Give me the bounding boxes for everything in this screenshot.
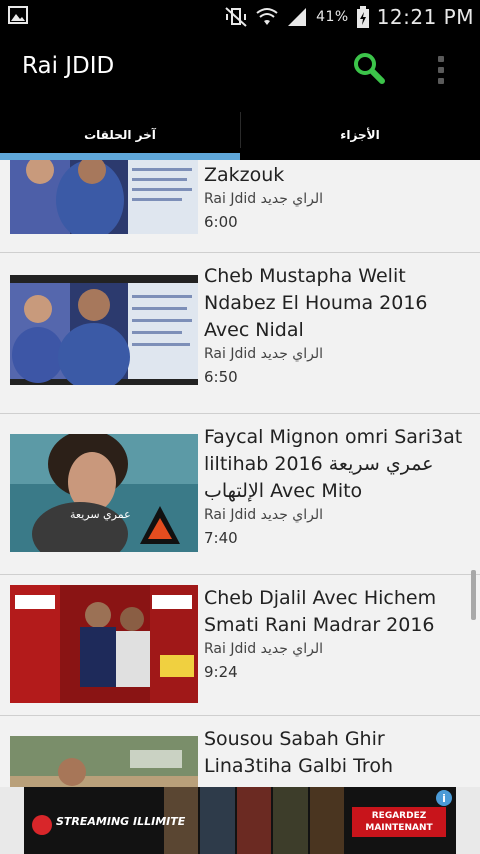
battery-charging-icon bbox=[356, 6, 369, 28]
overflow-dot-icon bbox=[438, 78, 444, 85]
tab-latest-episodes[interactable]: آخر الحلقات bbox=[0, 110, 240, 160]
overflow-dot-icon bbox=[438, 66, 444, 73]
video-thumbnail[interactable] bbox=[10, 736, 198, 787]
ad-info-icon[interactable]: i bbox=[436, 790, 452, 806]
gallery-notification-icon bbox=[8, 6, 28, 24]
video-thumbnail[interactable] bbox=[10, 275, 198, 385]
video-duration: 9:24 bbox=[204, 663, 238, 681]
ad-banner[interactable]: STREAMING ILLIMITE REGARDEZ MAINTENANT i bbox=[24, 787, 456, 854]
vibrate-mute-icon bbox=[224, 6, 248, 28]
search-icon bbox=[354, 53, 385, 84]
video-duration: 6:50 bbox=[204, 368, 238, 386]
video-title[interactable]: Faycal Mignon omri Sari3at liltihab 2016… bbox=[204, 424, 472, 505]
list-scrollbar[interactable] bbox=[471, 570, 476, 620]
status-bar: 41% 12:21 PM bbox=[0, 0, 480, 33]
overflow-dot-icon bbox=[438, 55, 444, 62]
tab-label: الأجزاء bbox=[340, 128, 380, 142]
ad-brand: STREAMING ILLIMITE bbox=[56, 815, 186, 828]
video-thumbnail[interactable]: عمري سريعة bbox=[10, 434, 198, 552]
tab-label: آخر الحلقات bbox=[84, 128, 156, 142]
wifi-icon bbox=[256, 7, 278, 27]
search-button[interactable] bbox=[352, 51, 386, 85]
video-duration: 6:00 bbox=[204, 213, 238, 231]
signal-icon bbox=[286, 7, 308, 27]
overflow-menu-button[interactable] bbox=[434, 53, 448, 87]
video-thumbnail[interactable] bbox=[10, 160, 198, 234]
video-channel: Rai Jdid الراي جديد bbox=[204, 346, 324, 362]
action-bar: Rai JDID bbox=[0, 33, 480, 110]
streaming-logo-icon bbox=[32, 815, 52, 835]
video-list-item[interactable]: عمري سريعة Faycal Mignon omri Sari3at li… bbox=[0, 414, 480, 575]
video-list-item[interactable]: Cheb Djalil Avec Hichem Smati Rani Madra… bbox=[0, 575, 480, 716]
tab-divider bbox=[240, 112, 241, 148]
app-title: Rai JDID bbox=[22, 53, 115, 79]
video-title[interactable]: Cheb Djalil Avec Hichem Smati Rani Madra… bbox=[204, 585, 472, 639]
video-list[interactable]: Zakzouk Rai Jdid الراي جديد 6:00 Cheb Mu… bbox=[0, 160, 480, 787]
video-channel: Rai Jdid الراي جديد bbox=[204, 191, 324, 207]
video-thumbnail[interactable] bbox=[10, 585, 198, 703]
svg-text:عمري سريعة: عمري سريعة bbox=[70, 508, 131, 521]
ad-poster-strip bbox=[164, 787, 345, 854]
video-list-item[interactable]: Sousou Sabah Ghir Lina3tiha Galbi Troh bbox=[0, 716, 480, 787]
video-list-item[interactable]: Cheb Mustapha Welit Ndabez El Houma 2016… bbox=[0, 253, 480, 414]
video-title[interactable]: Sousou Sabah Ghir Lina3tiha Galbi Troh bbox=[204, 726, 472, 780]
video-channel: Rai Jdid الراي جديد bbox=[204, 507, 324, 523]
video-channel: Rai Jdid الراي جديد bbox=[204, 641, 324, 657]
video-duration: 7:40 bbox=[204, 529, 238, 547]
clock: 12:21 PM bbox=[376, 5, 474, 29]
video-list-item[interactable]: Zakzouk Rai Jdid الراي جديد 6:00 bbox=[0, 160, 480, 253]
video-title[interactable]: Cheb Mustapha Welit Ndabez El Houma 2016… bbox=[204, 263, 472, 344]
ad-cta-button[interactable]: REGARDEZ MAINTENANT bbox=[352, 807, 446, 837]
active-tab-indicator bbox=[0, 153, 240, 160]
video-title[interactable]: Zakzouk bbox=[204, 162, 472, 189]
battery-percent: 41% bbox=[316, 9, 349, 25]
tab-parts[interactable]: الأجزاء bbox=[240, 110, 480, 160]
